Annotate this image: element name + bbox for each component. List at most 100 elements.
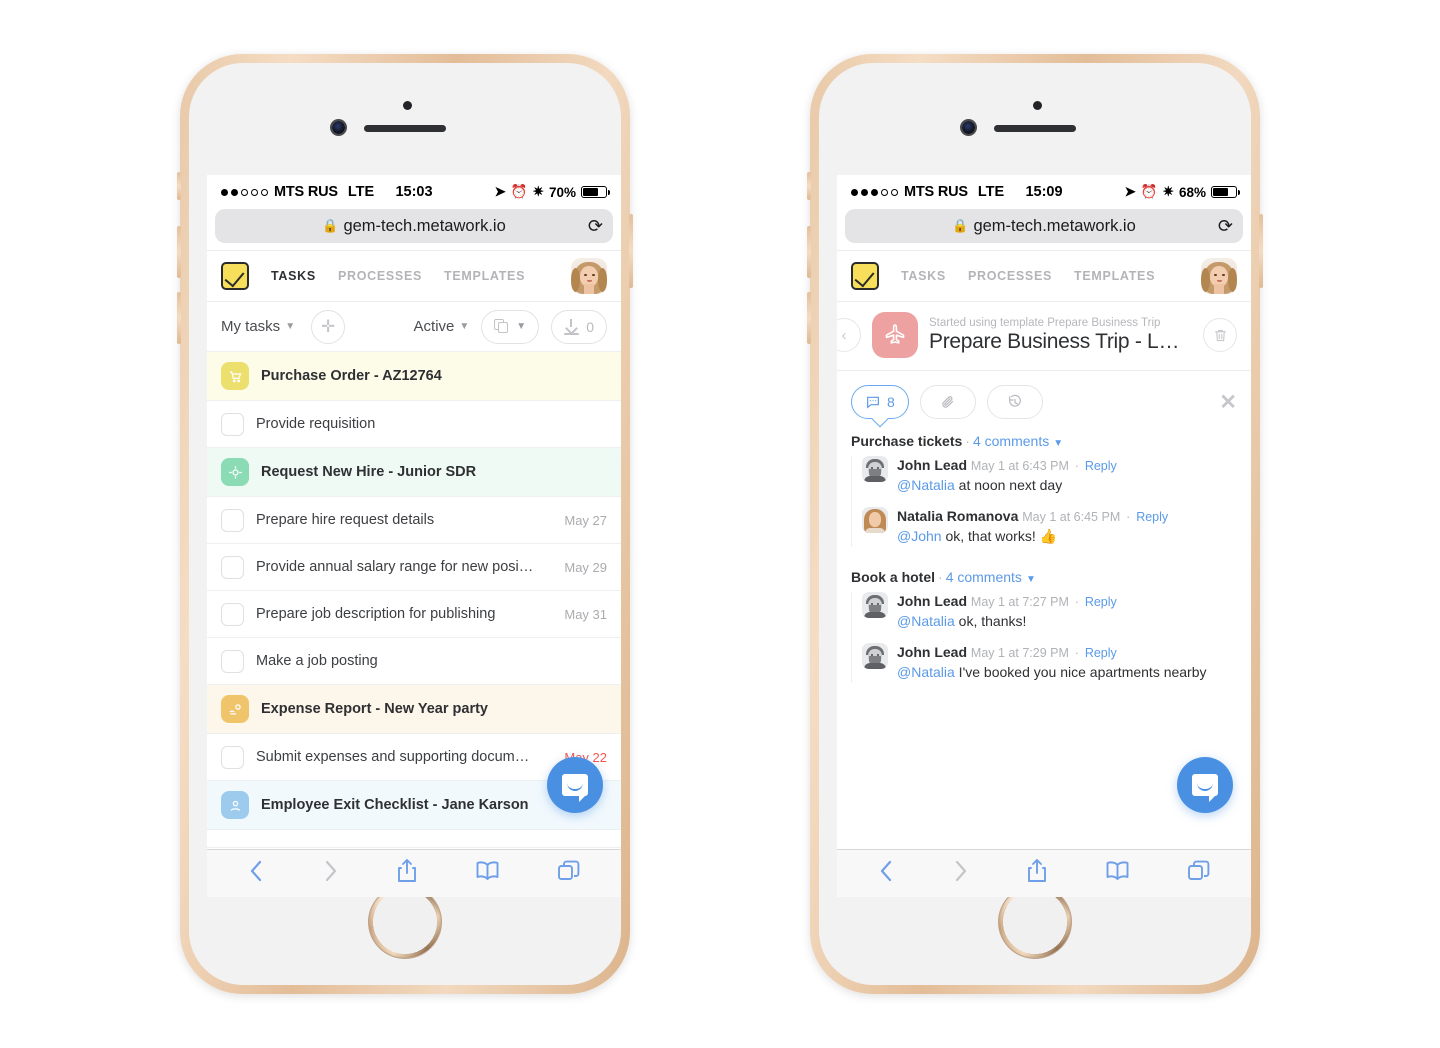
- comment-count-link[interactable]: 4 comments: [973, 433, 1049, 449]
- tab-comments[interactable]: 8: [851, 385, 909, 419]
- battery-percent: 70%: [548, 184, 576, 200]
- close-icon[interactable]: ✕: [1219, 390, 1237, 415]
- task-filter-dropdown[interactable]: Active ▼: [414, 318, 470, 335]
- mention[interactable]: @Natalia: [897, 477, 955, 493]
- process-subtitle: Started using template Prepare Business …: [929, 316, 1161, 329]
- share-icon[interactable]: [1026, 858, 1048, 889]
- bookmarks-icon[interactable]: [475, 858, 500, 889]
- download-button[interactable]: 0: [551, 309, 607, 344]
- task-checkbox[interactable]: [221, 649, 244, 673]
- comment-text: I've booked you nice apartments nearby: [954, 664, 1207, 681]
- task-filter-label: Active: [413, 318, 455, 335]
- bluetooth-icon: ✷: [532, 184, 544, 199]
- url-text: gem-tech.metawork.io: [343, 216, 506, 235]
- tabs-icon[interactable]: [557, 858, 581, 889]
- url-field[interactable]: 🔒 gem-tech.metawork.io ⟳: [845, 209, 1243, 243]
- status-bar: MTS RUS LTE 15:03 ➤ ⏰ ✷ 70%: [207, 175, 621, 209]
- checkmark-logo[interactable]: [851, 262, 879, 290]
- reply-link[interactable]: Reply: [1085, 595, 1117, 609]
- task-group-title: Request New Hire - Junior SDR: [261, 464, 477, 480]
- target-icon: [221, 458, 249, 486]
- comment-count-link[interactable]: 4 comments: [946, 569, 1022, 585]
- reload-icon[interactable]: ⟳: [1218, 216, 1233, 237]
- comment-group-task: Book a hotel: [851, 568, 936, 585]
- task-checkbox[interactable]: [221, 412, 244, 436]
- share-icon[interactable]: [396, 858, 418, 889]
- task-group-row[interactable]: Request New Hire - Junior SDR: [207, 448, 621, 497]
- task-row[interactable]: Provide requisition: [207, 401, 621, 448]
- reload-icon[interactable]: ⟳: [588, 216, 603, 237]
- location-icon: ➤: [1124, 184, 1136, 199]
- phone-front: MTS RUS LTE 15:09 ➤ ⏰ ✷ 68% 🔒 gem-tech.m…: [819, 63, 1251, 985]
- task-checkbox[interactable]: [221, 745, 244, 769]
- comment-count: 8: [887, 394, 895, 410]
- back-icon[interactable]: [248, 858, 265, 889]
- status-bar-left: MTS RUS LTE: [221, 184, 374, 200]
- task-scope-dropdown[interactable]: My tasks ▼: [221, 318, 295, 335]
- add-task-button[interactable]: ✛: [311, 309, 346, 344]
- volume-down-button[interactable]: [807, 292, 811, 344]
- chevron-down-icon[interactable]: ▼: [1026, 574, 1036, 585]
- power-button[interactable]: [629, 214, 633, 288]
- task-checkbox[interactable]: [221, 508, 244, 532]
- forward-icon: [952, 858, 969, 889]
- checkmark-logo[interactable]: [221, 262, 249, 290]
- signal-dots: [221, 188, 268, 196]
- user-avatar[interactable]: [571, 258, 607, 294]
- comment-text: ok, that works! 👍: [941, 528, 1058, 545]
- mention[interactable]: @Natalia: [897, 664, 955, 680]
- separator: ·: [1074, 646, 1079, 661]
- browser-url-bar: 🔒 gem-tech.metawork.io ⟳: [207, 209, 621, 250]
- carrier-label: MTS RUS: [904, 184, 968, 200]
- comment-thread: John Lead May 1 at 6:43 PM · Reply @Nata…: [851, 456, 1237, 547]
- tab-processes[interactable]: PROCESSES: [338, 269, 422, 283]
- back-chevron-icon[interactable]: ‹: [837, 318, 861, 352]
- tab-processes[interactable]: PROCESSES: [968, 269, 1052, 283]
- mention[interactable]: @John: [897, 528, 942, 544]
- user-avatar[interactable]: [1201, 258, 1237, 294]
- task-row[interactable]: Prepare hire request details May 27: [207, 497, 621, 544]
- volume-down-button[interactable]: [177, 292, 181, 344]
- url-field[interactable]: 🔒 gem-tech.metawork.io ⟳: [215, 209, 613, 243]
- tab-attachments[interactable]: [919, 385, 976, 419]
- comment-text: at noon next day: [954, 476, 1063, 493]
- tab-history[interactable]: [986, 385, 1043, 419]
- task-row[interactable]: Prepare job description for publishing M…: [207, 591, 621, 638]
- task-group-title: Purchase Order - AZ12764: [261, 368, 442, 384]
- location-icon: ➤: [494, 184, 506, 199]
- silent-switch[interactable]: [807, 172, 811, 200]
- trash-icon[interactable]: [1203, 318, 1237, 352]
- bookmarks-icon[interactable]: [1105, 858, 1130, 889]
- reply-link[interactable]: Reply: [1085, 459, 1117, 473]
- task-row[interactable]: Make a job posting: [207, 638, 621, 685]
- tab-templates[interactable]: TEMPLATES: [1074, 269, 1155, 283]
- volume-up-button[interactable]: [807, 226, 811, 278]
- detail-tabs: 8 ✕: [837, 371, 1251, 423]
- tab-tasks[interactable]: TASKS: [901, 269, 946, 283]
- copy-menu-button[interactable]: ▼: [481, 309, 540, 344]
- task-row[interactable]: Provide annual salary range for new posi…: [207, 544, 621, 591]
- copy-icon: [494, 319, 509, 334]
- clock-label: 15:03: [395, 184, 433, 200]
- tab-templates[interactable]: TEMPLATES: [444, 269, 525, 283]
- comment-time: May 1 at 6:43 PM: [970, 459, 1069, 473]
- tabs-icon[interactable]: [1187, 858, 1211, 889]
- intercom-chat-icon[interactable]: [1177, 757, 1233, 813]
- task-checkbox[interactable]: [221, 555, 244, 579]
- task-group-row[interactable]: Expense Report - New Year party: [207, 685, 621, 734]
- reply-link[interactable]: Reply: [1136, 510, 1168, 524]
- power-button[interactable]: [1259, 214, 1263, 288]
- silent-switch[interactable]: [177, 172, 181, 200]
- chevron-down-icon[interactable]: ▼: [1053, 438, 1063, 449]
- back-icon[interactable]: [878, 858, 895, 889]
- tab-tasks[interactable]: TASKS: [271, 269, 316, 283]
- intercom-chat-icon[interactable]: [547, 757, 603, 813]
- alarm-icon: ⏰: [510, 184, 528, 199]
- task-row-partial[interactable]: [207, 830, 621, 848]
- reply-link[interactable]: Reply: [1085, 646, 1117, 660]
- task-group-row[interactable]: Purchase Order - AZ12764: [207, 352, 621, 401]
- mention[interactable]: @Natalia: [897, 613, 955, 629]
- task-checkbox[interactable]: [221, 602, 244, 626]
- comment-group: Purchase tickets · 4 comments ▼ John Lead M…: [837, 423, 1251, 547]
- volume-up-button[interactable]: [177, 226, 181, 278]
